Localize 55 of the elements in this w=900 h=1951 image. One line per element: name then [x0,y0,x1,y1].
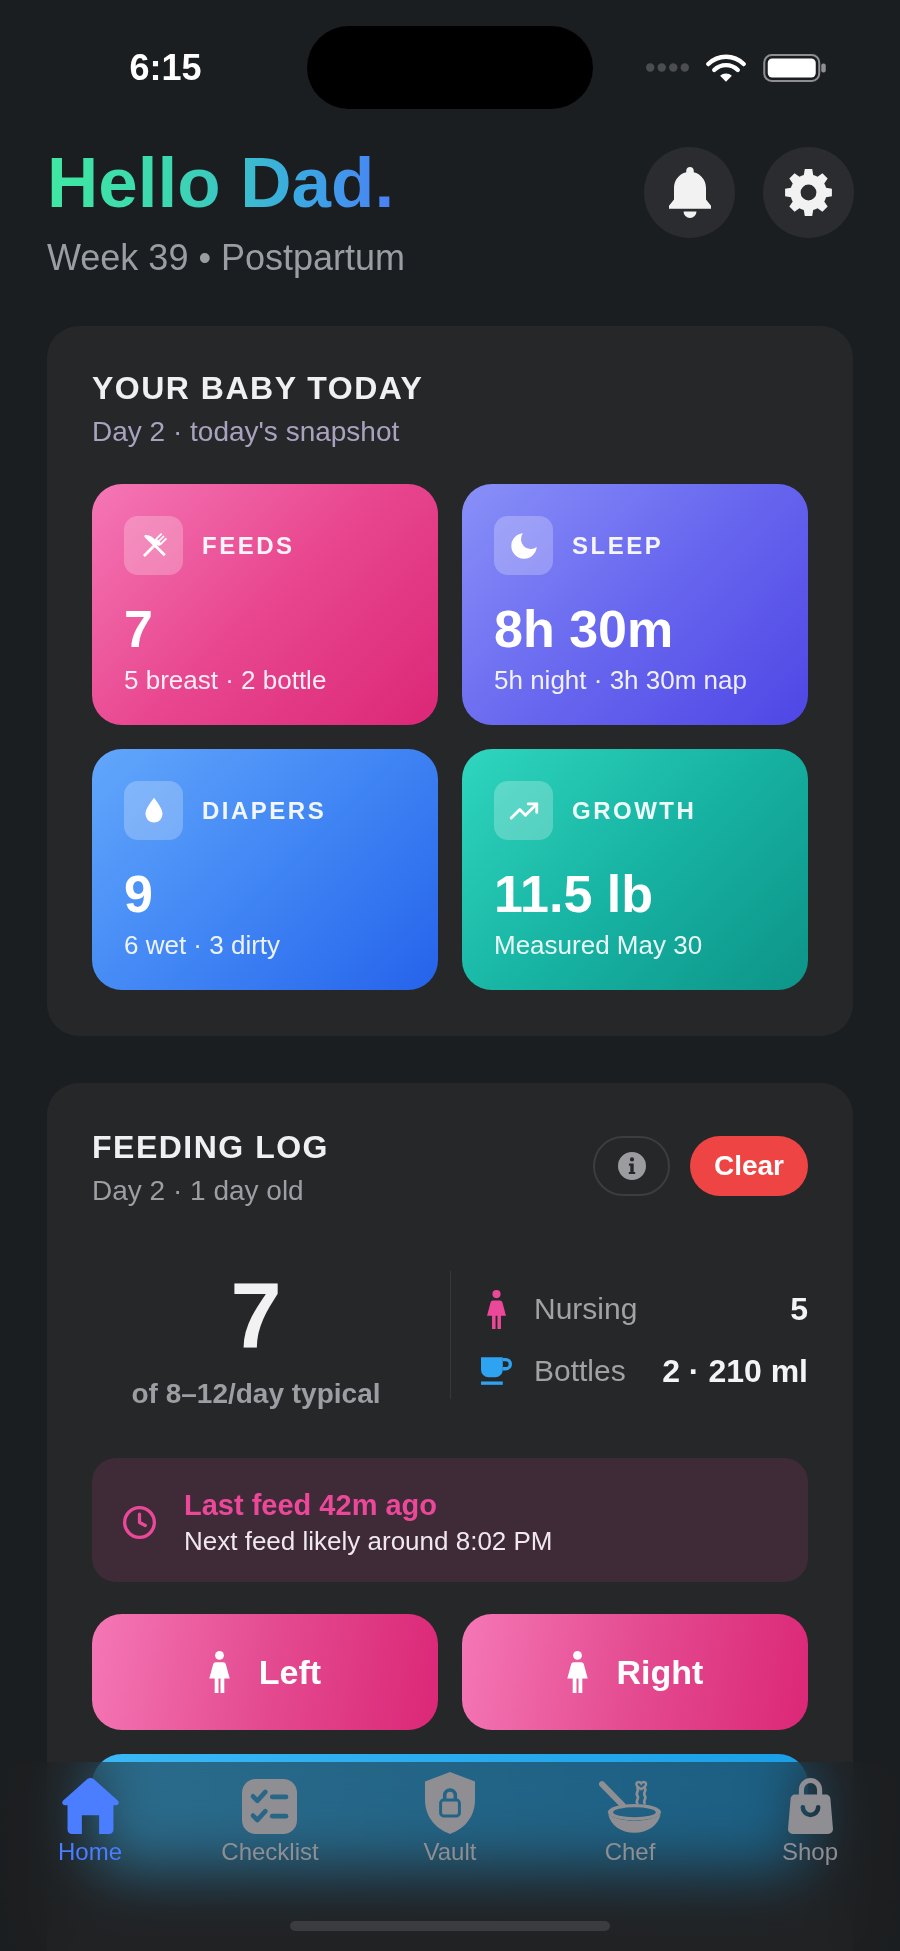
last-feed-title: Last feed 42m ago [184,1488,438,1522]
wifi-icon [705,53,746,82]
feed-side-button[interactable]: Left [92,1614,438,1730]
tile-value: 9 [124,868,153,920]
fork-knife-icon [124,516,183,575]
tile-detail: Measured May 30 [494,930,703,960]
bell-icon [668,167,711,218]
breakdown-value: 2 · 210 ml [662,1352,808,1390]
battery-icon [762,53,826,82]
moon-icon [494,516,553,575]
info-button[interactable] [593,1136,670,1196]
clear-button[interactable]: Clear [690,1136,808,1196]
woman-icon [208,1651,230,1693]
shopping-bag-icon [787,1778,833,1834]
settings-icon [785,169,832,216]
frying-pan-icon [599,1778,661,1834]
tile-value: 8h 30m [494,603,674,655]
checklist-icon [242,1779,298,1834]
breakdown-label: Nursing [534,1291,638,1327]
info-icon [617,1152,646,1180]
woman-icon [487,1289,506,1329]
clock-icon [123,1506,156,1539]
tab-bar-item[interactable]: Vault [417,1772,483,1865]
cup-icon [481,1357,512,1385]
card-subtitle: Day 2 · 1 day old [92,1174,304,1208]
tile-label: GROWTH [572,796,697,825]
tile-detail: 5 breast · 2 bottle [124,665,327,695]
tile-label: SLEEP [572,531,664,560]
card-subtitle: Day 2 · today's snapshot [92,415,400,449]
breakdown-value: 5 [790,1290,808,1328]
breakdown-label: Bottles [534,1353,626,1389]
tab-bar-item[interactable]: Chef [593,1778,667,1865]
tile-value: 11.5 lb [494,868,653,920]
signal-icon [645,63,689,72]
feed-side-button[interactable]: Right [462,1614,808,1730]
tab-bar-item[interactable]: Checklist [215,1779,325,1865]
tile-detail: 6 wet · 3 dirty [124,930,281,960]
woman-icon [566,1651,588,1693]
tile-value: 7 [124,603,153,655]
next-feed-text: Next feed likely around 8:02 PM [184,1525,553,1557]
tile-label: FEEDS [202,531,295,560]
tab-bar-item[interactable]: Home [52,1778,128,1865]
feed-count: 7 [230,1269,282,1361]
tile-detail: 5h night · 3h 30m nap [494,665,747,695]
shield-lock-icon [425,1772,475,1834]
greeting-subtitle: Week 39 • Postpartum [47,236,406,279]
home-icon [61,1778,119,1834]
tab-bar-item[interactable]: Shop [775,1778,845,1865]
feed-count-note: of 8–12/day typical [131,1377,381,1411]
trending-up-icon [494,781,553,840]
card-title: FEEDING LOG [92,1128,329,1166]
status-time: 6:15 [129,47,202,88]
tile-label: DIAPERS [202,796,327,825]
drop-icon [124,781,183,840]
card-title: YOUR BABY TODAY [92,369,424,407]
